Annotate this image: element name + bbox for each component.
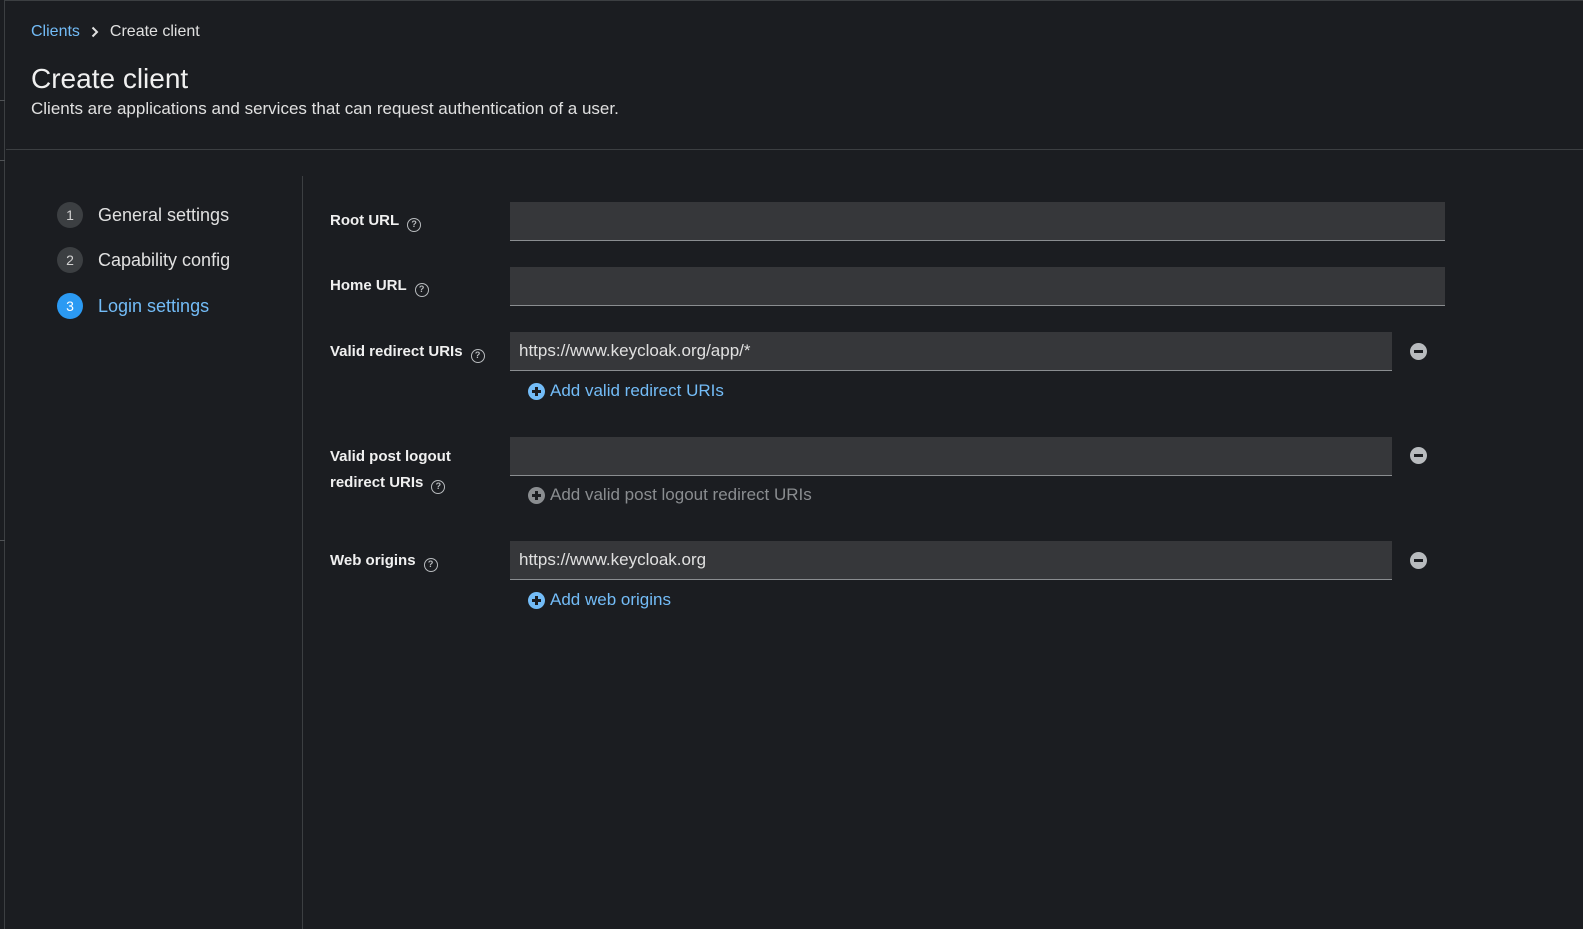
root-url-label: Root URL? (330, 208, 422, 234)
question-circle-icon[interactable]: ? (470, 348, 485, 363)
edge-mark (0, 540, 5, 541)
page-title: Create client (31, 63, 189, 94)
wizard-step-general-settings[interactable]: 1 General settings (57, 202, 229, 228)
breadcrumb: Clients Create client (31, 23, 200, 41)
plus-circle-icon (528, 591, 545, 609)
remove-web-origin-button[interactable] (1410, 552, 1427, 569)
plus-circle-icon (528, 486, 545, 504)
plus-circle-icon (528, 382, 545, 400)
step-label: Capability config (98, 249, 231, 270)
remove-post-logout-redirect-uri-button[interactable] (1410, 447, 1427, 464)
wizard-step-login-settings[interactable]: 3 Login settings (57, 293, 209, 319)
minus-circle-icon (1414, 454, 1423, 457)
wizard-nav: 1 General settings 2 Capability config 3… (6, 150, 303, 929)
left-panel-edge (0, 0, 5, 929)
question-circle-icon[interactable]: ? (407, 217, 422, 232)
page-description: Clients are applications and services th… (31, 99, 619, 118)
breadcrumb-current: Create client (109, 23, 200, 40)
breadcrumb-clients-link[interactable]: Clients (31, 23, 80, 41)
minus-circle-icon (1414, 350, 1423, 353)
add-web-origins-button[interactable]: Add web origins (528, 590, 671, 610)
chevron-right-icon (80, 26, 110, 38)
root-url-input[interactable] (510, 202, 1445, 241)
wizard-divider (302, 176, 303, 929)
remove-redirect-uri-button[interactable] (1410, 343, 1427, 360)
page-header: Clients Create client Create client Clie… (6, 1, 1583, 150)
step-label: Login settings (98, 295, 210, 316)
home-url-label: Home URL? (330, 273, 429, 299)
wizard-step-capability-config[interactable]: 2 Capability config (57, 247, 230, 273)
minus-circle-icon (1414, 559, 1423, 562)
add-valid-redirect-uris-label: Add valid redirect URIs (550, 381, 724, 400)
edge-mark (0, 100, 5, 101)
edge-mark (0, 160, 5, 161)
add-web-origins-label: Add web origins (550, 590, 671, 609)
home-url-input[interactable] (510, 267, 1445, 306)
question-circle-icon[interactable]: ? (431, 479, 446, 494)
valid-redirect-uris-label: Valid redirect URIs? (330, 339, 485, 365)
question-circle-icon[interactable]: ? (414, 282, 429, 297)
add-valid-post-logout-redirect-uris-button[interactable]: Add valid post logout redirect URIs (528, 485, 812, 505)
step-number: 1 (57, 202, 83, 228)
valid-post-logout-redirect-uris-label: Valid post logout redirect URIs? (330, 444, 451, 496)
step-label: General settings (98, 204, 230, 225)
web-origin-input[interactable] (510, 541, 1392, 580)
valid-post-logout-redirect-uri-input[interactable] (510, 437, 1392, 476)
step-number: 3 (57, 293, 83, 319)
step-number: 2 (57, 247, 83, 273)
question-circle-icon[interactable]: ? (423, 557, 438, 572)
add-valid-post-logout-redirect-uris-label: Add valid post logout redirect URIs (550, 485, 812, 504)
add-valid-redirect-uris-button[interactable]: Add valid redirect URIs (528, 381, 724, 401)
web-origins-label: Web origins? (330, 548, 438, 574)
valid-redirect-uri-input[interactable] (510, 332, 1392, 371)
